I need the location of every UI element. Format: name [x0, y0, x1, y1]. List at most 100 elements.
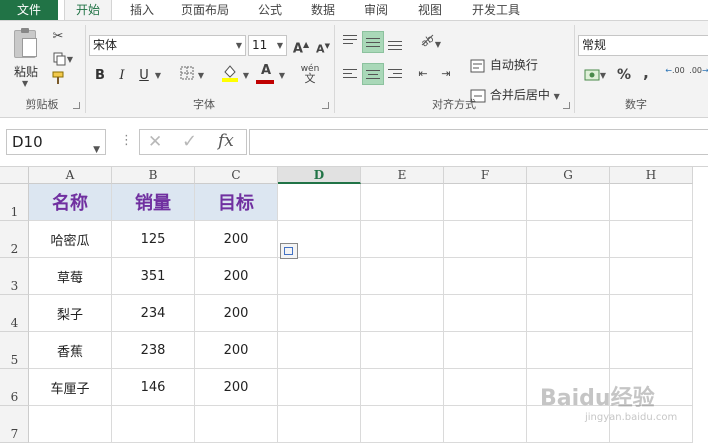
paste-button[interactable]: 粘贴 ▼ [8, 27, 44, 88]
cell-d5[interactable] [278, 332, 361, 369]
orientation-icon[interactable]: ab▼ [415, 31, 445, 51]
align-right-icon[interactable] [385, 63, 407, 85]
font-size-select[interactable]: 11 ▼ [248, 35, 287, 56]
cell-b5[interactable]: 238 [112, 332, 195, 369]
cell-h1[interactable] [610, 184, 693, 221]
cell-b1[interactable]: 销量 [112, 184, 195, 221]
cell-g2[interactable] [527, 221, 610, 258]
row-header-2[interactable]: 2 [0, 221, 29, 258]
column-header-b[interactable]: B [112, 167, 195, 184]
cell-a1[interactable]: 名称 [29, 184, 112, 221]
cell-c4[interactable]: 200 [195, 295, 278, 332]
row-header-1[interactable]: 1 [0, 184, 29, 221]
cell-c5[interactable]: 200 [195, 332, 278, 369]
tab-file[interactable]: 文件 [0, 0, 58, 20]
cell-f7[interactable] [444, 406, 527, 443]
cell-e3[interactable] [361, 258, 444, 295]
tab-developer[interactable]: 开发工具 [465, 0, 527, 20]
tab-review[interactable]: 审阅 [356, 0, 396, 20]
cell-e5[interactable] [361, 332, 444, 369]
cell-d7[interactable] [278, 406, 361, 443]
cell-d6[interactable] [278, 369, 361, 406]
cell-c1[interactable]: 目标 [195, 184, 278, 221]
underline-button[interactable]: U [134, 65, 154, 87]
paste-dropdown-icon[interactable]: ▼ [22, 79, 28, 88]
format-painter-icon[interactable] [48, 71, 68, 91]
cell-g5[interactable] [527, 332, 610, 369]
wrap-text-button[interactable]: 自动换行 [470, 55, 538, 75]
cell-b4[interactable]: 234 [112, 295, 195, 332]
font-name-select[interactable]: 宋体 ▼ [89, 35, 246, 56]
cell-b7[interactable] [112, 406, 195, 443]
cell-b3[interactable]: 351 [112, 258, 195, 295]
cell-e7[interactable] [361, 406, 444, 443]
accounting-format-icon[interactable]: ▼ [581, 65, 609, 85]
decrease-decimal-button[interactable]: .00→ [688, 66, 708, 86]
cell-d3[interactable] [278, 258, 361, 295]
cell-a4[interactable]: 梨子 [29, 295, 112, 332]
cell-h4[interactable] [610, 295, 693, 332]
cancel-icon[interactable]: ✕ [148, 132, 162, 152]
row-header-7[interactable]: 7 [0, 406, 29, 443]
column-header-h[interactable]: H [610, 167, 693, 184]
chevron-down-icon[interactable]: ▼ [241, 66, 251, 86]
cell-a6[interactable]: 车厘子 [29, 369, 112, 406]
cell-f1[interactable] [444, 184, 527, 221]
align-top-icon[interactable] [340, 31, 362, 53]
formula-input[interactable] [249, 129, 708, 155]
cell-h2[interactable] [610, 221, 693, 258]
cell-f3[interactable] [444, 258, 527, 295]
select-all-corner[interactable] [0, 167, 29, 184]
cell-f2[interactable] [444, 221, 527, 258]
insert-function-button[interactable]: fx [218, 131, 234, 151]
chevron-down-icon[interactable]: ▼ [196, 66, 206, 86]
copy-icon[interactable]: ▼ [48, 49, 78, 69]
cell-f5[interactable] [444, 332, 527, 369]
cell-a5[interactable]: 香蕉 [29, 332, 112, 369]
align-left-icon[interactable] [340, 63, 362, 85]
row-header-3[interactable]: 3 [0, 258, 29, 295]
cell-b6[interactable]: 146 [112, 369, 195, 406]
borders-icon[interactable] [177, 66, 197, 86]
name-box[interactable]: D10 ▼ [6, 129, 106, 155]
cell-e2[interactable] [361, 221, 444, 258]
row-header-4[interactable]: 4 [0, 295, 29, 332]
cell-h5[interactable] [610, 332, 693, 369]
font-launcher-icon[interactable] [322, 102, 329, 109]
tab-page-layout[interactable]: 页面布局 [172, 0, 238, 20]
tab-view[interactable]: 视图 [410, 0, 450, 20]
cut-icon[interactable]: ✂ [48, 27, 68, 47]
fill-color-icon[interactable] [220, 63, 240, 83]
cell-c3[interactable]: 200 [195, 258, 278, 295]
cell-d1[interactable] [278, 184, 361, 221]
cell-f4[interactable] [444, 295, 527, 332]
chevron-down-icon[interactable]: ▼ [153, 66, 163, 86]
cell-g3[interactable] [527, 258, 610, 295]
column-header-a[interactable]: A [29, 167, 112, 184]
cell-g1[interactable] [527, 184, 610, 221]
align-bottom-icon[interactable] [385, 31, 407, 53]
cell-d4[interactable] [278, 295, 361, 332]
cell-a3[interactable]: 草莓 [29, 258, 112, 295]
increase-indent-icon[interactable]: ⇥ [436, 64, 456, 84]
cell-e1[interactable] [361, 184, 444, 221]
percent-button[interactable]: % [614, 65, 634, 85]
shrink-font-button[interactable]: A▼ [313, 36, 333, 56]
alignment-launcher-icon[interactable] [563, 102, 570, 109]
font-color-icon[interactable]: A [256, 63, 276, 84]
grow-font-button[interactable]: A▲ [291, 35, 311, 56]
number-format-select[interactable]: 常规 [578, 35, 708, 56]
bold-button[interactable]: B [90, 65, 110, 87]
column-header-c[interactable]: C [195, 167, 278, 184]
decrease-indent-icon[interactable]: ⇤ [413, 64, 433, 84]
chevron-down-icon[interactable]: ▼ [277, 66, 287, 86]
row-header-6[interactable]: 6 [0, 369, 29, 406]
column-header-e[interactable]: E [361, 167, 444, 184]
clipboard-launcher-icon[interactable] [73, 102, 80, 109]
tab-insert[interactable]: 插入 [122, 0, 162, 20]
column-header-f[interactable]: F [444, 167, 527, 184]
increase-decimal-button[interactable]: ←.00 [664, 66, 686, 86]
italic-button[interactable]: I [112, 65, 132, 87]
column-header-d[interactable]: D [278, 167, 361, 184]
cell-e4[interactable] [361, 295, 444, 332]
